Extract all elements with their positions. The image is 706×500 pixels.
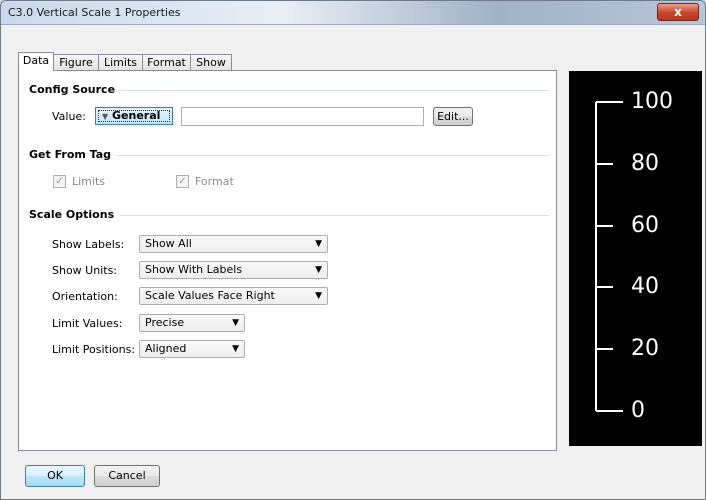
limit-positions-select[interactable]: Aligned ▼ — [139, 340, 245, 358]
scale-label-20: 20 — [631, 336, 659, 361]
format-checkbox[interactable]: ✓ — [176, 175, 189, 188]
value-label: Value: — [52, 110, 86, 123]
title-bar[interactable]: C3.0 Vertical Scale 1 Properties x — [1, 1, 705, 25]
limits-checkbox-label: Limits — [72, 175, 105, 188]
tab-format[interactable]: Format — [142, 54, 191, 71]
chevron-down-icon: ▼ — [232, 344, 239, 354]
scale-label-80: 80 — [631, 151, 659, 176]
scale-preview-graphic — [595, 101, 623, 412]
chevron-down-icon: ▼ — [232, 318, 239, 328]
orientation-select[interactable]: Scale Values Face Right ▼ — [139, 287, 328, 305]
show-units-label: Show Units: — [52, 264, 118, 277]
data-tab-panel: Config Source Value: ▼ General Edit... G… — [18, 70, 557, 451]
chevron-down-icon: ▼ — [315, 239, 322, 249]
show-units-value: Show With Labels — [145, 263, 243, 276]
format-checkbox-label: Format — [195, 175, 234, 188]
show-labels-label: Show Labels: — [52, 238, 125, 251]
limit-positions-value: Aligned — [145, 342, 187, 355]
show-labels-value: Show All — [145, 237, 192, 250]
config-source-input[interactable] — [181, 107, 424, 126]
dropdown-triangle-icon: ▼ — [102, 112, 109, 121]
limit-positions-label: Limit Positions: — [52, 343, 136, 356]
scale-label-0: 0 — [631, 398, 645, 423]
ok-button[interactable]: OK — [25, 465, 85, 487]
chevron-down-icon: ▼ — [315, 291, 322, 301]
tab-show[interactable]: Show — [190, 54, 232, 71]
window-title: C3.0 Vertical Scale 1 Properties — [8, 6, 181, 19]
show-labels-select[interactable]: Show All ▼ — [139, 235, 328, 253]
limit-values-value: Precise — [145, 316, 185, 329]
scale-label-60: 60 — [631, 213, 659, 238]
limit-values-select[interactable]: Precise ▼ — [139, 314, 245, 332]
tab-limits[interactable]: Limits — [98, 54, 143, 71]
checkmark-icon: ✓ — [55, 176, 64, 187]
properties-dialog: C3.0 Vertical Scale 1 Properties x Data … — [0, 0, 706, 500]
scale-options-title: Scale Options — [29, 208, 121, 221]
focus-rectangle — [98, 110, 170, 122]
close-icon: x — [674, 5, 682, 19]
orientation-value: Scale Values Face Right — [145, 289, 275, 302]
orientation-label: Orientation: — [52, 290, 118, 303]
show-units-select[interactable]: Show With Labels ▼ — [139, 261, 328, 279]
scale-label-100: 100 — [631, 89, 673, 114]
scale-label-40: 40 — [631, 274, 659, 299]
checkmark-icon: ✓ — [178, 176, 187, 187]
get-from-tag-title: Get From Tag — [29, 148, 118, 161]
config-source-dropdown[interactable]: ▼ General — [95, 107, 173, 125]
tab-data[interactable]: Data — [18, 52, 54, 71]
cancel-button[interactable]: Cancel — [94, 465, 160, 487]
limit-values-label: Limit Values: — [52, 317, 123, 330]
close-button[interactable]: x — [657, 3, 699, 21]
config-source-title: Config Source — [29, 83, 122, 96]
edit-button[interactable]: Edit... — [433, 107, 473, 126]
limits-checkbox[interactable]: ✓ — [53, 175, 66, 188]
scale-preview: 100 80 60 40 20 0 — [569, 71, 702, 446]
tab-figure[interactable]: Figure — [53, 54, 99, 71]
chevron-down-icon: ▼ — [315, 265, 322, 275]
